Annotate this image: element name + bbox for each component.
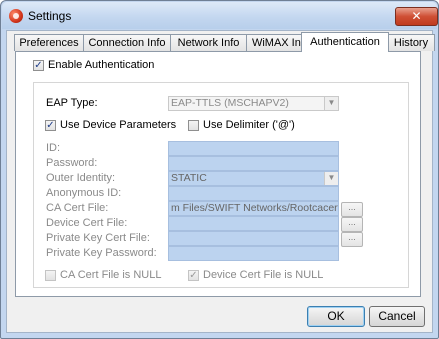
browse-device-cert-button[interactable]: ... [341,217,363,232]
id-input[interactable] [168,141,339,156]
private-key-password-label: Private Key Password: [46,247,157,259]
window-title: Settings [28,9,72,23]
device-cert-null-checkbox[interactable]: ✓ [188,270,199,281]
outer-identity-label: Outer Identity: [46,172,116,184]
ca-cert-file-label: CA Cert File: [46,202,109,214]
tab-connection-info[interactable]: Connection Info [83,34,171,51]
title-bar[interactable]: Settings ✕ [2,2,438,29]
tab-preferences[interactable]: Preferences [14,34,84,51]
use-delimiter-label: Use Delimiter ('@') [203,119,295,131]
outer-identity-select[interactable]: STATIC ▼ [168,171,339,186]
id-label: ID: [46,142,61,154]
private-key-password-input[interactable] [168,246,339,261]
password-input[interactable] [168,156,339,171]
chevron-down-icon[interactable]: ▼ [324,172,338,185]
ca-cert-null-label: CA Cert File is NULL [60,269,162,281]
use-delimiter-checkbox[interactable] [188,120,199,131]
browse-private-key-cert-button[interactable]: ... [341,232,363,247]
ca-cert-null-checkbox[interactable] [45,270,56,281]
tab-history[interactable]: History [387,34,435,51]
tab-authentication[interactable]: Authentication [301,32,389,52]
device-cert-null-label: Device Cert File is NULL [203,269,324,281]
anonymous-id-label: Anonymous ID: [46,187,122,199]
tab-network-info[interactable]: Network Info [170,34,247,51]
ca-cert-file-input[interactable]: m Files/SWIFT Networks/Rootcacert.pem [168,201,339,216]
private-key-cert-file-input[interactable] [168,231,339,246]
device-cert-file-input[interactable] [168,216,339,231]
password-label: Password: [46,157,98,169]
chevron-down-icon[interactable]: ▼ [324,97,338,110]
enable-authentication-checkbox[interactable]: ✓ [33,60,44,71]
ok-button[interactable]: OK [307,306,365,327]
eap-type-label: EAP Type: [46,97,98,109]
eap-type-select[interactable]: EAP-TTLS (MSCHAPV2) ▼ [168,96,339,111]
device-cert-file-label: Device Cert File: [46,217,128,229]
enable-authentication-label: Enable Authentication [48,59,155,71]
use-device-parameters-label: Use Device Parameters [60,119,177,131]
browse-ca-cert-button[interactable]: ... [341,202,363,217]
anonymous-id-input[interactable] [168,186,339,201]
close-button[interactable]: ✕ [395,7,438,26]
use-device-parameters-checkbox[interactable]: ✓ [45,120,56,131]
private-key-cert-file-label: Private Key Cert File: [46,232,150,244]
eap-type-value: EAP-TTLS (MSCHAPV2) [171,97,289,109]
settings-app-icon [9,9,23,23]
outer-identity-value: STATIC [171,172,207,184]
cancel-button[interactable]: Cancel [369,306,425,327]
